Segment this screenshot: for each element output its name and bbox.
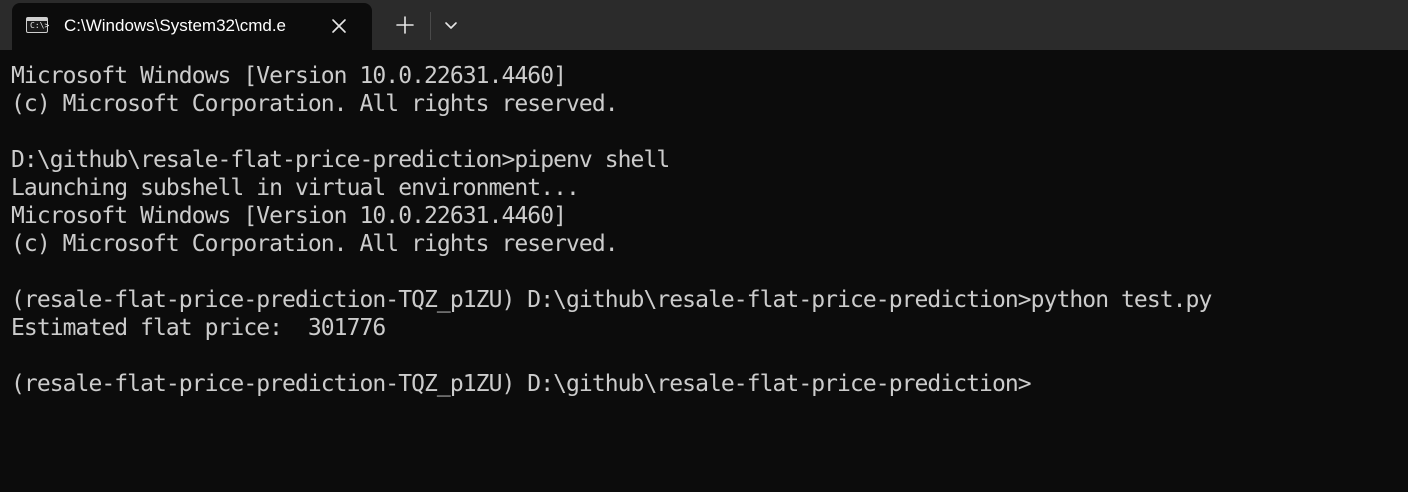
close-tab-button[interactable] [328,15,350,37]
terminal-output[interactable]: Microsoft Windows [Version 10.0.22631.44… [0,50,1408,492]
terminal-line: (c) Microsoft Corporation. All rights re… [11,231,619,257]
terminal-line: Launching subshell in virtual environmen… [11,175,580,201]
terminal-line: (c) Microsoft Corporation. All rights re… [11,91,619,117]
tab-dropdown-button[interactable] [440,14,462,36]
terminal-line: Estimated flat price: 301776 [11,315,386,341]
terminal-line: Microsoft Windows [Version 10.0.22631.44… [11,203,567,229]
cmd-prompt-icon: C:\> [26,17,50,33]
toolbar-divider [430,12,431,40]
terminal-line: D:\github\resale-flat-price-prediction>p… [11,147,670,173]
cmd-prompt-icon-text: C:\> [30,21,50,30]
tab-cmd[interactable]: C:\> C:\Windows\System32\cmd.e [12,3,372,50]
close-icon [332,19,346,33]
terminal-line: (resale-flat-price-prediction-TQZ_p1ZU) … [11,287,1212,313]
plus-icon [396,16,414,34]
new-tab-button[interactable] [392,12,418,38]
tab-title: C:\Windows\System32\cmd.e [64,16,287,35]
terminal-prompt-line: (resale-flat-price-prediction-TQZ_p1ZU) … [11,371,1032,397]
chevron-down-icon [445,22,457,29]
title-bar: C:\> C:\Windows\System32\cmd.e [0,0,1408,50]
terminal-line: Microsoft Windows [Version 10.0.22631.44… [11,63,567,89]
